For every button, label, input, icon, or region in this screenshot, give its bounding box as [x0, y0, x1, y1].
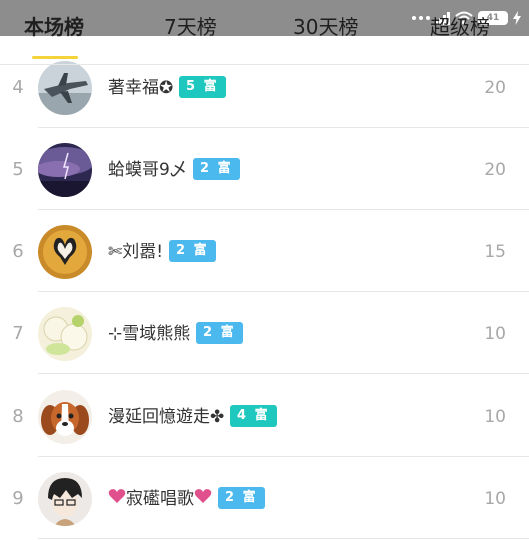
- badge-label: 富: [220, 325, 236, 340]
- fighter-jet-avatar: [38, 61, 92, 115]
- rank-number: 7: [12, 323, 24, 344]
- score-value: 15: [484, 242, 506, 262]
- rank-number: 9: [12, 488, 24, 509]
- user-avatar[interactable]: [38, 390, 92, 444]
- wealth-level-badge: 2 富: [193, 158, 240, 180]
- badge-label: 富: [193, 243, 209, 258]
- badge-level: 2: [203, 325, 215, 340]
- rank-number: 5: [12, 159, 24, 180]
- user-name-text: ⊹雪域熊熊: [108, 324, 191, 344]
- wealth-level-badge: 2 富: [196, 322, 243, 344]
- badge-label: 富: [242, 490, 258, 505]
- ranking-row[interactable]: 8 漫延回憶遊走✤ 4 富 10: [0, 374, 529, 457]
- swans-heart-avatar: [38, 225, 92, 279]
- user-name[interactable]: 漫延回憶遊走✤: [108, 406, 224, 428]
- wealth-level-badge: 2 富: [218, 487, 265, 509]
- ranking-row[interactable]: 5 蛤蟆哥9乄 2 富 20: [0, 127, 529, 210]
- user-avatar[interactable]: [38, 472, 92, 526]
- score-value: 20: [484, 78, 506, 98]
- anime-boy-avatar: [38, 472, 92, 526]
- user-avatar[interactable]: [38, 143, 92, 197]
- user-name[interactable]: 蛤蟆哥9乄: [108, 159, 187, 181]
- badge-level: 5: [186, 79, 198, 94]
- user-name-text: 著幸福✪: [108, 78, 174, 98]
- user-name-text: 寂礷唱歌: [126, 489, 194, 509]
- user-name[interactable]: 著幸福✪: [108, 77, 173, 99]
- ranking-tabs: 本场榜 7天榜 30天榜 超级榜: [0, 8, 529, 59]
- user-avatar[interactable]: [38, 225, 92, 279]
- badge-label: 富: [254, 408, 270, 423]
- badge-level: 2: [225, 490, 237, 505]
- badge-level: 4: [237, 408, 249, 423]
- storm-sky-avatar: [38, 143, 92, 197]
- user-name[interactable]: ⊹雪域熊熊: [108, 323, 190, 345]
- user-avatar[interactable]: [38, 61, 92, 115]
- cream-cake-avatar: [38, 307, 92, 361]
- tab-7-days[interactable]: 7天榜: [164, 14, 217, 40]
- puppy-avatar: [38, 390, 92, 444]
- wealth-level-badge: 5 富: [179, 76, 226, 98]
- user-name-text: 漫延回憶遊走✤: [108, 407, 225, 427]
- score-value: 10: [484, 489, 506, 509]
- badge-label: 富: [217, 161, 233, 176]
- badge-level: 2: [200, 161, 212, 176]
- badge-label: 富: [203, 79, 219, 94]
- wealth-level-badge: 4 富: [230, 405, 277, 427]
- tab-30-days[interactable]: 30天榜: [293, 14, 358, 40]
- user-name[interactable]: ✄刘嚣!: [108, 241, 163, 263]
- wealth-level-badge: 2 富: [169, 240, 216, 262]
- active-tab-indicator: [32, 56, 78, 59]
- heart-icon: [194, 488, 212, 510]
- rank-number: 8: [12, 406, 24, 427]
- ranking-row[interactable]: 6 ✄刘嚣! 2 富 15: [0, 209, 529, 292]
- row-divider: [38, 538, 529, 539]
- ranking-row[interactable]: 7 ⊹雪域熊熊 2 富 10: [0, 291, 529, 374]
- score-value: 20: [484, 160, 506, 180]
- ranking-row[interactable]: 4 著幸福✪ 5 富 20: [0, 45, 529, 128]
- user-avatar[interactable]: [38, 307, 92, 361]
- user-name-text: 蛤蟆哥9乄: [108, 160, 187, 180]
- user-name[interactable]: 寂礷唱歌: [108, 488, 212, 510]
- ranking-row[interactable]: 9 寂礷唱歌 2 富 10: [0, 456, 529, 539]
- tab-this-session[interactable]: 本场榜: [24, 14, 84, 40]
- header-divider: [0, 64, 529, 65]
- heart-icon: [108, 488, 126, 510]
- rank-number: 6: [12, 241, 24, 262]
- rank-number: 4: [12, 77, 24, 98]
- score-value: 10: [484, 407, 506, 427]
- badge-level: 2: [176, 243, 188, 258]
- score-value: 10: [484, 324, 506, 344]
- tab-super[interactable]: 超级榜: [430, 14, 490, 40]
- user-name-text: ✄刘嚣!: [108, 242, 164, 262]
